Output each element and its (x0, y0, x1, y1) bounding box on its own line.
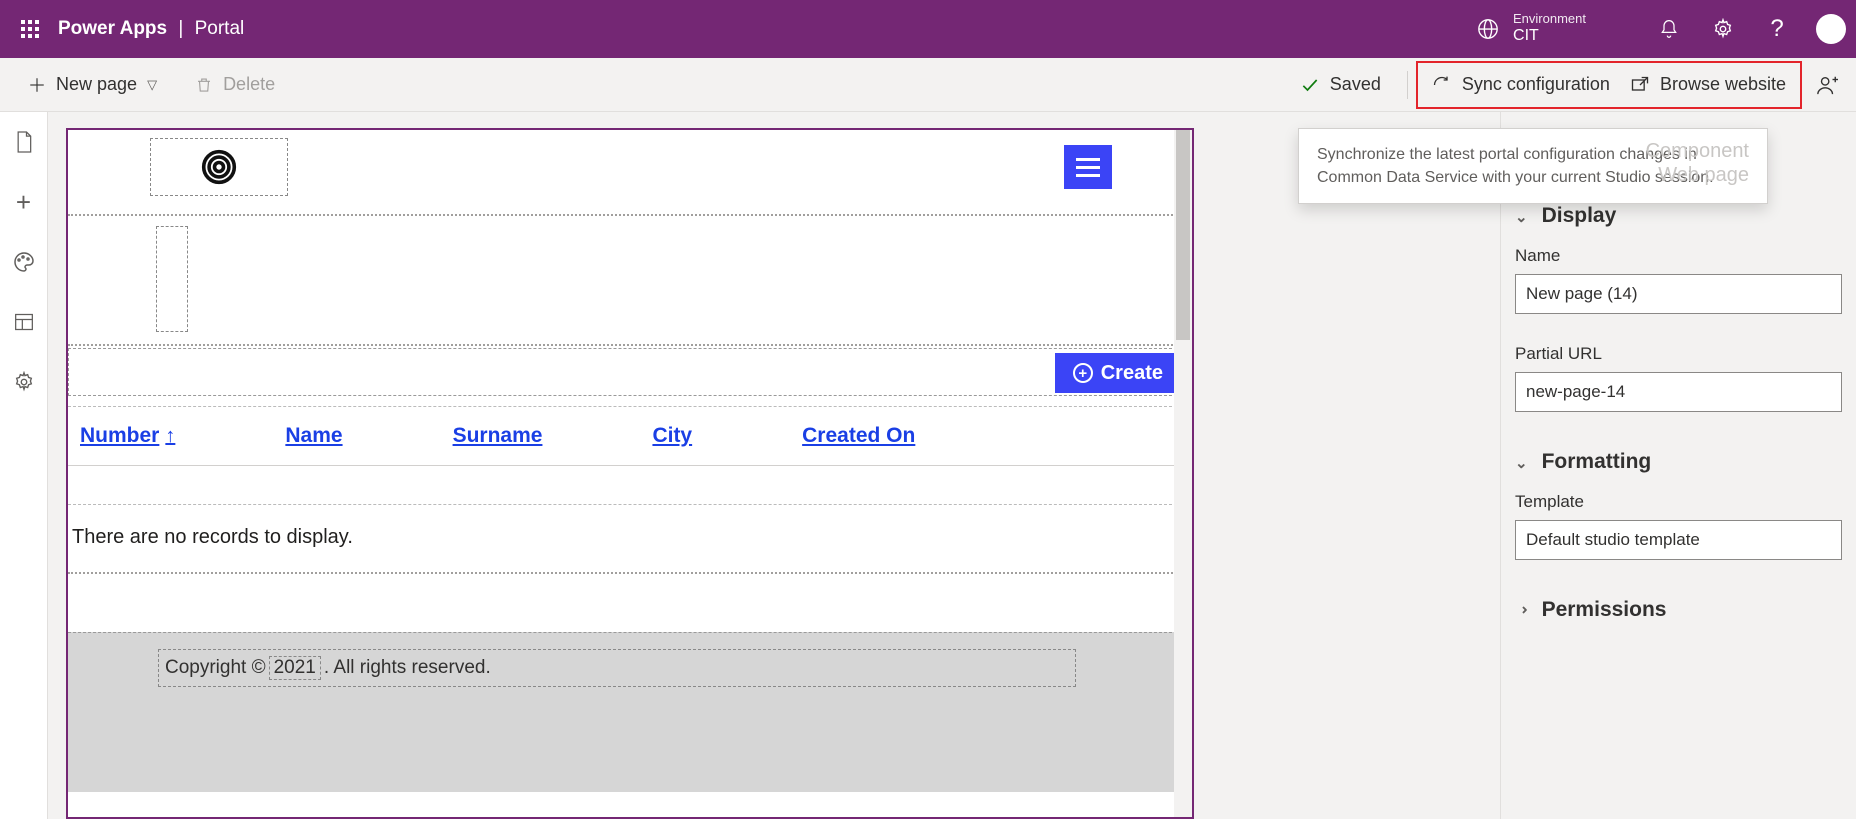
footer-prefix: Copyright © (165, 657, 266, 679)
section-formatting[interactable]: ⌄ Formatting (1501, 432, 1856, 484)
sync-tooltip: Component Web page Synchronize the lates… (1298, 128, 1768, 204)
template-label: Template (1515, 492, 1842, 512)
canvas-wrap: + Create Number ↑ Name Surname City Crea… (48, 112, 1500, 819)
delete-button[interactable]: Delete (185, 68, 285, 101)
avatar[interactable] (1816, 14, 1846, 44)
command-bar: New page ▽ Delete Saved Sync configurati… (0, 58, 1856, 112)
globe-icon (1477, 18, 1499, 40)
name-label: Name (1515, 246, 1842, 266)
empty-section-placeholder[interactable] (156, 226, 188, 332)
components-icon[interactable]: + (8, 186, 40, 218)
environment-picker[interactable]: Environment CIT (1477, 12, 1586, 45)
chevron-down-icon: ▽ (147, 77, 157, 93)
templates-icon[interactable] (8, 306, 40, 338)
section-permissions[interactable]: ⌄ Permissions (1501, 580, 1856, 632)
sort-ascending-icon: ↑ (165, 425, 175, 448)
browse-label: Browse website (1660, 74, 1786, 95)
section-divider (68, 504, 1192, 505)
waffle-icon[interactable] (10, 9, 50, 49)
saved-label: Saved (1330, 74, 1381, 95)
create-label: Create (1101, 362, 1163, 385)
saved-indicator: Saved (1300, 74, 1381, 95)
sync-configuration-button[interactable]: Sync configuration (1424, 70, 1618, 99)
chevron-right-icon: ⌄ (1512, 604, 1530, 617)
list-toolbar: + Create (68, 348, 1192, 396)
template-select[interactable] (1515, 520, 1842, 560)
app-header: Power Apps | Portal Environment CIT ? (0, 0, 1856, 58)
name-input[interactable] (1515, 274, 1842, 314)
column-name[interactable]: Name (285, 424, 342, 448)
environment-label: Environment (1513, 12, 1586, 27)
sync-label: Sync configuration (1462, 74, 1610, 95)
app-title: Power Apps | Portal (58, 18, 244, 40)
notifications-icon[interactable] (1646, 6, 1692, 52)
delete-label: Delete (223, 74, 275, 95)
rail-settings-icon[interactable] (8, 366, 40, 398)
column-number[interactable]: Number ↑ (80, 424, 175, 448)
pages-icon[interactable] (8, 126, 40, 158)
environment-value: CIT (1513, 27, 1586, 45)
brand-separator: | (178, 18, 183, 39)
section-divider (68, 344, 1192, 346)
chevron-down-icon: ⌄ (1515, 454, 1528, 472)
help-icon[interactable]: ? (1754, 6, 1800, 52)
section-divider (68, 214, 1192, 216)
workspace: + + Create (0, 112, 1856, 819)
page-canvas[interactable]: + Create Number ↑ Name Surname City Crea… (66, 128, 1194, 819)
plus-circle-icon: + (1073, 363, 1093, 383)
chevron-down-icon: ⌄ (1515, 208, 1528, 226)
footer-text[interactable]: Copyright © 2021 . All rights reserved. (158, 649, 1076, 687)
grid-header-row: Number ↑ Name Surname City Created On (68, 406, 1192, 466)
partial-url-label: Partial URL (1515, 344, 1842, 364)
brand-app: Power Apps (58, 18, 167, 39)
logo-placeholder[interactable] (150, 138, 288, 196)
brand-area: Portal (195, 18, 245, 39)
empty-grid-message: There are no records to display. (72, 526, 353, 549)
section-display-label: Display (1542, 204, 1617, 228)
footer-suffix: . All rights reserved. (324, 657, 491, 679)
new-page-button[interactable]: New page ▽ (18, 68, 167, 101)
property-pane: ⌄ Display Name Partial URL ⌄ Formatting … (1500, 112, 1856, 819)
partial-url-input[interactable] (1515, 372, 1842, 412)
create-button[interactable]: + Create (1055, 353, 1181, 393)
section-formatting-label: Formatting (1542, 450, 1652, 474)
themes-icon[interactable] (8, 246, 40, 278)
menu-toggle[interactable] (1064, 145, 1112, 189)
tooltip-text: Synchronize the latest portal configurat… (1317, 146, 1714, 186)
person-icon[interactable] (1816, 74, 1838, 96)
browse-website-button[interactable]: Browse website (1622, 70, 1794, 99)
column-surname[interactable]: Surname (453, 424, 543, 448)
scrollbar-thumb[interactable] (1176, 130, 1190, 340)
section-permissions-label: Permissions (1542, 598, 1667, 622)
column-city[interactable]: City (652, 424, 692, 448)
column-number-label: Number (80, 424, 159, 448)
page-footer: Copyright © 2021 . All rights reserved. (68, 632, 1192, 792)
swirl-logo-icon (201, 149, 237, 185)
footer-year[interactable]: 2021 (269, 656, 321, 680)
divider (1407, 71, 1408, 99)
hamburger-icon (1076, 158, 1100, 177)
highlighted-actions: Sync configuration Browse website (1416, 61, 1802, 109)
column-created[interactable]: Created On (802, 424, 915, 448)
section-divider (68, 572, 1192, 574)
canvas-scrollbar[interactable] (1174, 130, 1192, 817)
settings-icon[interactable] (1700, 6, 1746, 52)
new-page-label: New page (56, 74, 137, 95)
left-rail: + (0, 112, 48, 819)
